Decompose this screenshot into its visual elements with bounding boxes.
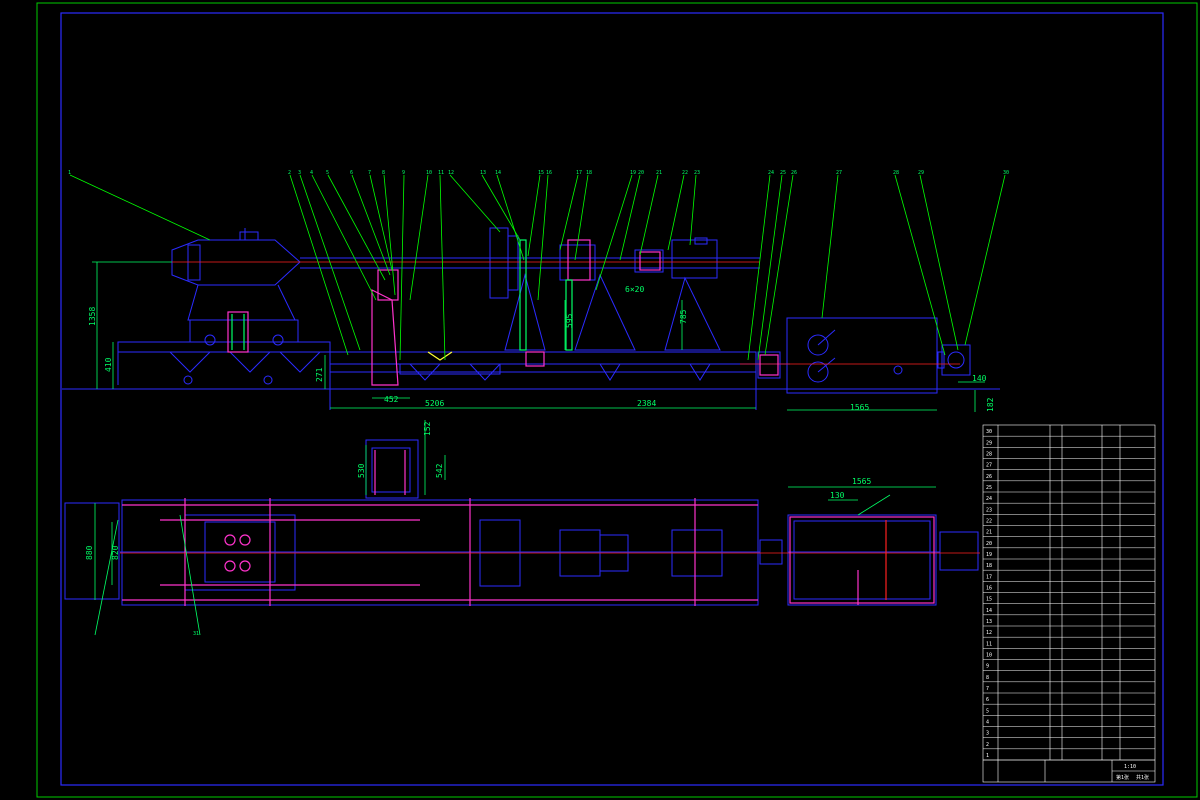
elevation-view (62, 227, 1000, 410)
balloon-18: 18 (586, 170, 592, 176)
bom-row-number: 10 (986, 653, 992, 659)
balloon-7: 7 (368, 170, 371, 176)
balloon-20: 20 (638, 170, 644, 176)
bom-row-number: 26 (986, 474, 992, 480)
dim-2384: 2384 (637, 399, 656, 408)
balloon-5: 5 (326, 170, 329, 176)
balloon-17: 17 (576, 170, 582, 176)
title-block: 1:10 第1张 共1张 (983, 759, 1155, 782)
bom-row-number: 1 (986, 753, 989, 759)
bom-row-number: 8 (986, 675, 989, 681)
bom-row-number: 12 (986, 630, 992, 636)
dim-1565-top: 1565 (850, 403, 869, 412)
plan-dim-text: 880 820 530 542 152 1565 130 (85, 421, 871, 560)
balloon-13: 13 (480, 170, 486, 176)
dim-130: 130 (830, 491, 845, 500)
bom-row-number: 20 (986, 541, 992, 547)
balloon-9: 9 (402, 170, 405, 176)
bom-row-number: 28 (986, 452, 992, 458)
balloon-29: 29 (918, 170, 924, 176)
balloon-2: 2 (288, 170, 291, 176)
bom-row-number: 25 (986, 485, 992, 491)
bom-row-number: 21 (986, 530, 992, 536)
bom-row-number: 9 (986, 664, 989, 670)
dim-1358: 1358 (88, 307, 97, 326)
dim-595: 595 (565, 313, 574, 328)
balloon-8: 8 (382, 170, 385, 176)
dim-820: 820 (111, 545, 120, 560)
balloon-25: 25 (780, 170, 786, 176)
bom-row-number: 4 (986, 720, 989, 726)
balloon-12: 12 (448, 170, 454, 176)
bom-row-number: 7 (986, 686, 989, 692)
bom-row-number: 2 (986, 742, 989, 748)
dim-182: 182 (986, 397, 995, 412)
elevation-highlights (172, 239, 960, 386)
bom-row-number: 14 (986, 608, 992, 614)
dim-271: 271 (315, 367, 324, 382)
balloon-4: 4 (310, 170, 313, 176)
dim-1565-plan: 1565 (852, 477, 871, 486)
balloon-21: 21 (656, 170, 662, 176)
dim-452: 452 (384, 395, 399, 404)
dim-152: 152 (423, 421, 432, 436)
balloon-26: 26 (791, 170, 797, 176)
dim-530: 530 (357, 463, 366, 478)
balloon-6: 6 (350, 170, 353, 176)
dim-542: 542 (435, 463, 444, 478)
balloon-3: 3 (298, 170, 301, 176)
bom-row-number: 3 (986, 731, 989, 737)
plan-view (64, 439, 979, 606)
balloon-30: 30 (1003, 170, 1009, 176)
balloon-1: 1 (68, 170, 71, 176)
dim-785: 785 (679, 309, 688, 324)
balloon-11: 11 (438, 170, 444, 176)
bom-row-number: 23 (986, 507, 992, 513)
dim-140: 140 (972, 374, 987, 383)
bom-row-number: 18 (986, 563, 992, 569)
outer-border (36, 2, 1198, 798)
bom-row-number: 6 (986, 697, 989, 703)
bom-row-number: 24 (986, 496, 992, 502)
bom-rows: 3029282726252423222120191817161514131211… (983, 429, 1155, 761)
bom-row-number: 19 (986, 552, 992, 558)
dim-410: 410 (104, 357, 113, 372)
bom-row-number: 11 (986, 641, 992, 647)
bom-row-number: 29 (986, 440, 992, 446)
bom-row-number: 30 (986, 429, 992, 435)
plan-highlights (120, 450, 980, 606)
cad-drawing-sheet: 1358 410 271 452 5206 2384 1565 140 182 … (36, 2, 1198, 798)
bom-row-number: 15 (986, 597, 992, 603)
balloon-22: 22 (682, 170, 688, 176)
balloon-16: 16 (546, 170, 552, 176)
title-sheet: 第1张 (1116, 774, 1129, 781)
balloon-23: 23 (694, 170, 700, 176)
dim-880: 880 (85, 545, 94, 560)
bom-row-number: 5 (986, 708, 989, 714)
balloon-27: 27 (836, 170, 842, 176)
balloon-10: 10 (426, 170, 432, 176)
balloon-19: 19 (630, 170, 636, 176)
bom-row-number: 16 (986, 586, 992, 592)
balloon-28: 28 (893, 170, 899, 176)
bom-row-number: 13 (986, 619, 992, 625)
balloon-31: 31 (193, 631, 199, 637)
balloon-14: 14 (495, 170, 501, 176)
bom-row-number: 22 (986, 519, 992, 525)
balloon-15: 15 (538, 170, 544, 176)
bom-row-number: 17 (986, 574, 992, 580)
balloon-24: 24 (768, 170, 774, 176)
dim-6x20: 6×20 (625, 285, 644, 294)
dim-5206: 5206 (425, 399, 444, 408)
bom-row-number: 27 (986, 463, 992, 469)
title-total: 共1张 (1136, 774, 1149, 781)
title-scale: 1:10 (1124, 764, 1136, 770)
